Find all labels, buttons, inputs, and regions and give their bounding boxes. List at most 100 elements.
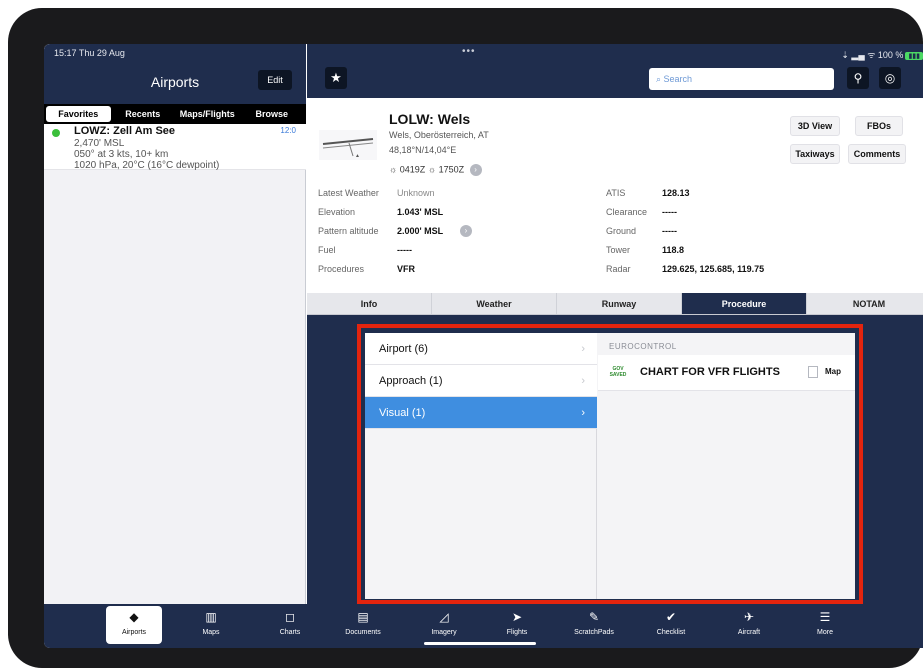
procedure-detail: EUROCONTROL GOV SAVED CHART FOR VFR FLIG… [598, 333, 855, 599]
tabbar-maps[interactable]: ▥ Maps [183, 606, 239, 644]
checkmark-icon: ✔ [665, 610, 677, 624]
list-item-approach[interactable]: Approach (1) › [365, 365, 597, 397]
home-indicator[interactable] [424, 642, 536, 645]
search-input[interactable]: ⌕ Search [649, 68, 834, 90]
tab-info[interactable]: Info [307, 293, 432, 314]
tabbar-aircraft[interactable]: ✈ Aircraft [721, 606, 777, 644]
tabbar-label: Flights [506, 629, 528, 636]
battery-icon: ▮▮▮ [905, 52, 923, 60]
sunset-time: 1750Z [438, 164, 465, 175]
procedure-area: Airport (6) › Approach (1) › Visual (1) … [307, 315, 923, 604]
fuel-label: Fuel [318, 245, 336, 255]
star-icon[interactable]: ★ [325, 67, 347, 89]
tabbar-airports[interactable]: ◆ Airports [106, 606, 162, 644]
chevron-right-icon: › [581, 375, 585, 387]
screen: 15:17 Thu 29 Aug Airports Edit Favorites… [44, 44, 923, 648]
tabbar-documents[interactable]: ▤ Documents [335, 606, 391, 644]
favorite-elevation: 2,470' MSL [74, 138, 125, 149]
weather-label: Latest Weather [318, 188, 379, 198]
tabbar-scratchpads[interactable]: ✎ ScratchPads [566, 606, 622, 644]
top-bar: ••• ⇣ ▂▄ ᯤ 100 % ▮▮▮ ★ ⌕ Search ⚲ ◎ [307, 44, 923, 98]
airport-tabs: Info Weather Runway Procedure NOTAM [307, 293, 923, 315]
segment-favorites[interactable]: Favorites [46, 106, 111, 122]
procedures-label: Procedures [318, 264, 365, 274]
pattern-altitude-label: Pattern altitude [318, 226, 379, 236]
menu-icon: ☰ [819, 610, 831, 624]
segment-recents[interactable]: Recents [111, 106, 176, 122]
fbos-button[interactable]: FBOs [855, 116, 903, 136]
person-pin-icon[interactable]: ⚲ [847, 67, 869, 89]
procedure-browser: Airport (6) › Approach (1) › Visual (1) … [365, 333, 855, 599]
procedure-category-list: Airport (6) › Approach (1) › Visual (1) … [365, 333, 597, 599]
tabbar-label: Imagery [431, 629, 457, 636]
documents-icon: ▤ [357, 610, 369, 624]
tabbar-label: ScratchPads [574, 629, 614, 636]
tab-weather[interactable]: Weather [432, 293, 557, 314]
atis-label: ATIS [606, 188, 626, 198]
book-map-icon: ▥ [205, 610, 217, 624]
elevation-label: Elevation [318, 207, 356, 217]
map-button[interactable]: Map [825, 367, 841, 376]
list-item-visual[interactable]: Visual (1) › [365, 397, 597, 429]
tabbar-imagery[interactable]: ◿ Imagery [416, 606, 472, 644]
pattern-info-icon[interactable]: › [460, 225, 472, 237]
atis-value: 128.13 [662, 188, 690, 198]
search-placeholder: Search [663, 74, 693, 84]
list-item-label: Approach (1) [379, 375, 443, 387]
favorite-pressure: 1020 hPa, 20°C (16°C dewpoint) [74, 160, 220, 170]
comments-button[interactable]: Comments [848, 144, 906, 164]
airport-location: Wels, Oberösterreich, AT [389, 130, 489, 140]
imagery-icon: ◿ [439, 610, 449, 624]
procedures-value: VFR [397, 264, 415, 274]
tabbar-label: Charts [279, 629, 301, 636]
pattern-altitude-value: 2.000' MSL [397, 226, 444, 236]
chevron-right-icon[interactable]: › [469, 164, 482, 176]
gps-icon[interactable]: ◎ [879, 67, 901, 89]
tabbar-label: Airports [121, 629, 147, 636]
tabbar-flights[interactable]: ➤ Flights [489, 606, 545, 644]
airplane-icon: ✈ [743, 610, 755, 624]
map-icon[interactable] [808, 366, 818, 378]
list-item-label: Airport (6) [379, 343, 428, 355]
pencil-icon: ✎ [588, 610, 600, 624]
edit-button[interactable]: Edit [258, 70, 292, 90]
tower-label: Tower [606, 245, 631, 255]
tabbar-label: Maps [202, 629, 220, 636]
3d-view-button[interactable]: 3D View [790, 116, 840, 136]
search-icon: ⌕ [656, 74, 664, 84]
chevron-right-icon: › [581, 407, 585, 419]
taxiways-button[interactable]: Taxiways [790, 144, 840, 164]
clearance-label: Clearance [606, 207, 648, 217]
chart-frame-icon: ◻ [285, 610, 295, 624]
fuel-value: ----- [397, 245, 412, 255]
chart-row[interactable]: GOV SAVED CHART FOR VFR FLIGHTS Map [598, 355, 855, 391]
tab-procedure[interactable]: Procedure [682, 293, 807, 314]
status-time: 15:17 Thu 29 Aug [54, 48, 125, 58]
section-header: EUROCONTROL [609, 342, 677, 351]
segment-browse[interactable]: Browse [240, 106, 305, 122]
compass-icon: ◆ [129, 610, 139, 624]
tabbar-checklist[interactable]: ✔ Checklist [643, 606, 699, 644]
multitask-dots[interactable]: ••• [462, 46, 476, 57]
chevron-right-icon: › [581, 343, 585, 355]
tabbar-more[interactable]: ☰ More [797, 606, 853, 644]
tablet-frame: 15:17 Thu 29 Aug Airports Edit Favorites… [8, 8, 923, 668]
elevation-value: 1.043' MSL [397, 207, 444, 217]
tabbar-label: Aircraft [737, 629, 761, 636]
favorite-airport-row[interactable]: LOWZ: Zell Am See 12:0 2,470' MSL 050° a… [44, 124, 306, 170]
list-item-airport[interactable]: Airport (6) › [365, 333, 597, 365]
clearance-value: ----- [662, 207, 677, 217]
status-signal: ⇣ ▂▄ ᯤ 100 % [841, 50, 904, 60]
sun-times: ☼ 0419Z ☼ 1750Z › [389, 164, 482, 176]
sunrise-icon: ☼ [389, 164, 398, 175]
list-item-label: Visual (1) [379, 407, 426, 419]
tabbar-label: Documents [345, 629, 381, 636]
tab-runway[interactable]: Runway [557, 293, 682, 314]
segment-maps-flights[interactable]: Maps/Flights [175, 106, 240, 122]
sunrise-time: 0419Z [399, 164, 426, 175]
tabbar-charts[interactable]: ◻ Charts [262, 606, 318, 644]
sidebar-header: 15:17 Thu 29 Aug Airports Edit Favorites… [44, 44, 306, 128]
tab-notam[interactable]: NOTAM [807, 293, 923, 314]
airport-coordinates: 48,18°N/14,04°E [389, 145, 457, 155]
main-panel: ••• ⇣ ▂▄ ᯤ 100 % ▮▮▮ ★ ⌕ Search ⚲ ◎ ▲ LOL… [307, 44, 923, 604]
